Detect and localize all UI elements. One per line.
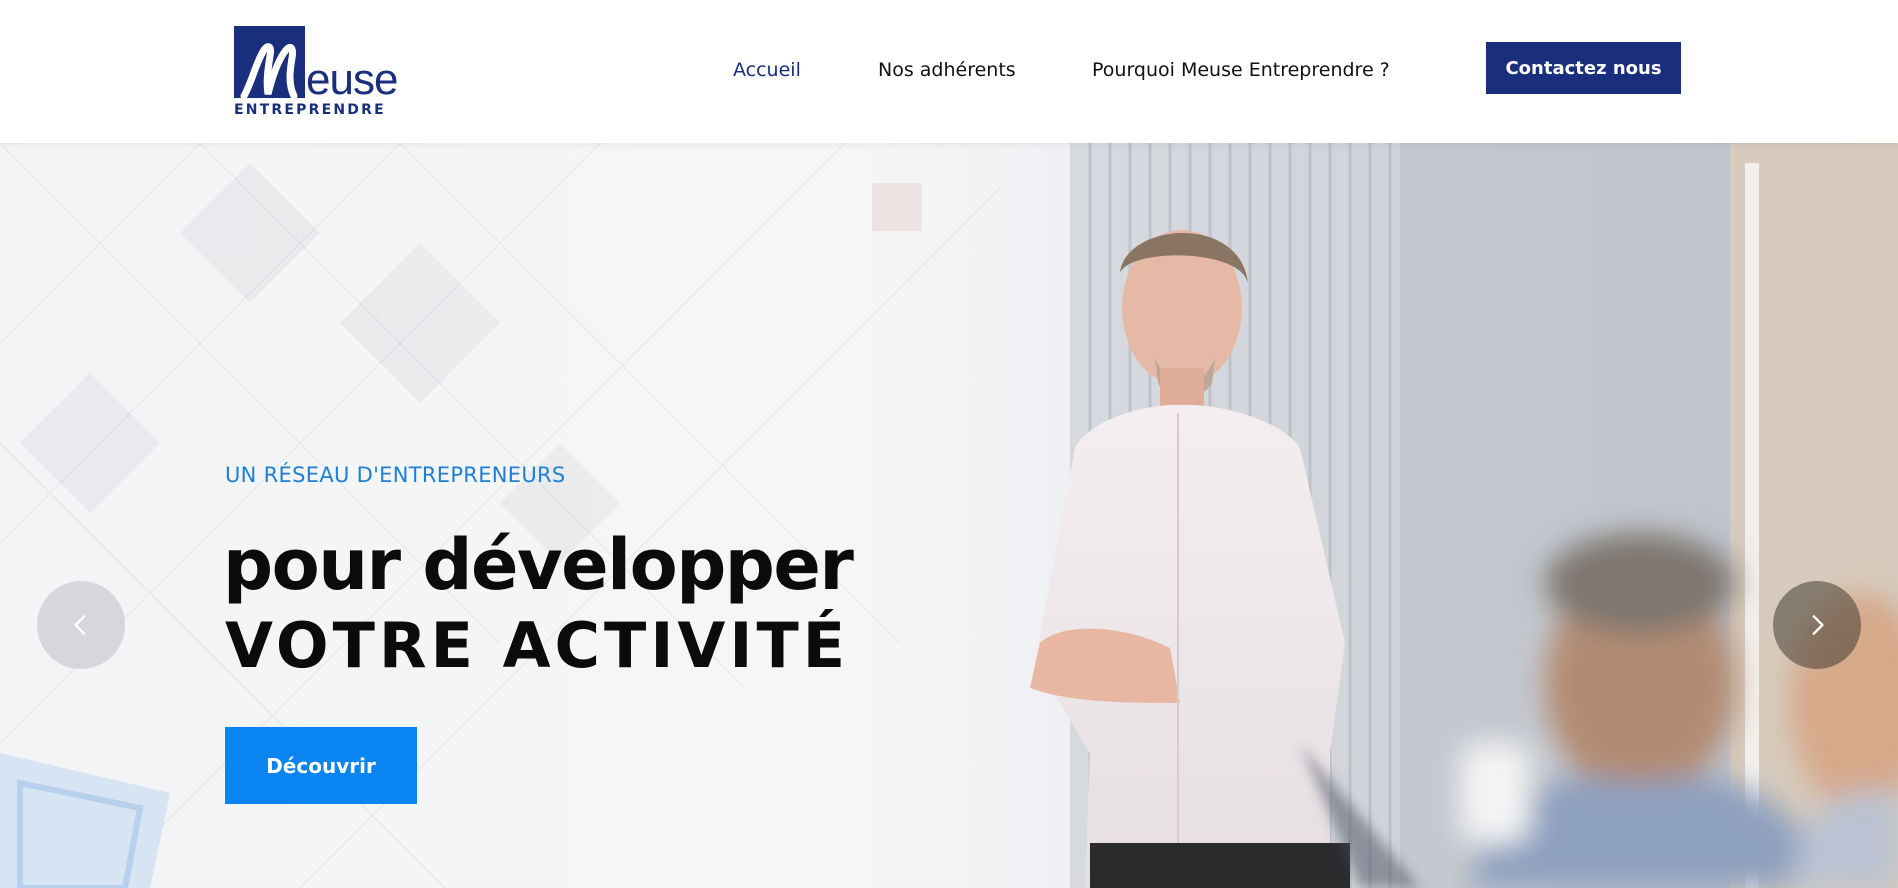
nav-item-nos-adherents[interactable]: Nos adhérents	[878, 56, 1016, 84]
chevron-left-icon	[74, 615, 86, 635]
contact-button[interactable]: Contactez nous	[1486, 42, 1681, 94]
slider-prev-button[interactable]	[37, 581, 125, 669]
hero-slider: UN RÉSEAU D'ENTREPRENEURS pour développe…	[0, 143, 1898, 888]
site-header: euse ENTREPRENDRE Accueil Nos adhérents …	[0, 0, 1898, 143]
brand-logo[interactable]: euse ENTREPRENDRE	[234, 26, 398, 120]
decouvrir-button[interactable]: Découvrir	[225, 727, 417, 804]
chevron-right-icon	[1812, 615, 1824, 635]
logo-m-icon	[240, 43, 298, 100]
nav-item-pourquoi[interactable]: Pourquoi Meuse Entreprendre ?	[1092, 56, 1390, 84]
hero-kicker: UN RÉSEAU D'ENTREPRENEURS	[225, 463, 566, 487]
logo-subtitle: ENTREPRENDRE	[234, 102, 386, 118]
hero-headline-line2: VOTRE ACTIVITÉ	[225, 609, 850, 682]
slider-next-button[interactable]	[1773, 581, 1861, 669]
hero-headline-line1: pour développer	[223, 524, 854, 606]
nav-item-accueil[interactable]: Accueil	[733, 56, 801, 84]
logo-word: euse	[306, 55, 398, 104]
